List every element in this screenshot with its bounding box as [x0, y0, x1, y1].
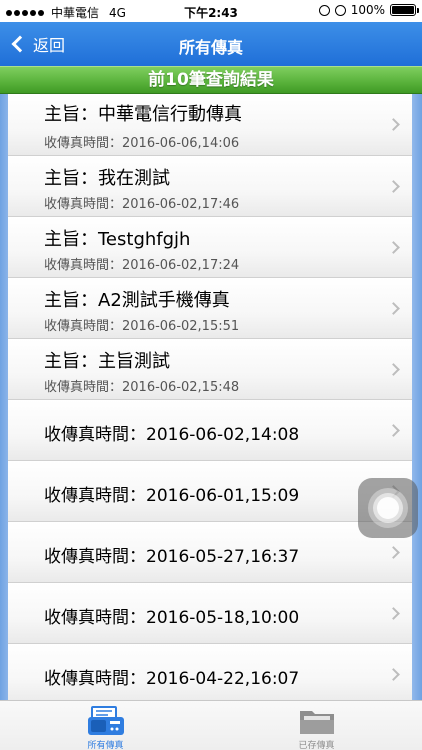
fax-list-item[interactable]: 主旨：中華電信行動傳真 收傳真時間：2016-06-06,14:06	[8, 94, 412, 156]
chevron-right-icon	[387, 363, 400, 376]
fax-list-item[interactable]: 收傳真時間：2016-05-27,16:37	[8, 522, 412, 583]
fax-received-time: 收傳真時間：2016-06-06,14:06	[44, 136, 240, 151]
fax-received-time: 收傳真時間：2016-06-02,15:51	[44, 319, 240, 334]
fax-subject: 主旨：A2測試手機傳真	[44, 290, 230, 311]
chevron-right-icon	[387, 546, 400, 559]
fax-received-time: 收傳真時間：2016-06-02,14:08	[44, 425, 300, 445]
fax-list-item[interactable]: 收傳真時間：2016-05-18,10:00	[8, 583, 412, 644]
fax-list-item[interactable]: 收傳真時間：2016-06-01,15:09	[8, 461, 412, 522]
orientation-lock-icon	[318, 4, 330, 16]
fax-list-item[interactable]: 主旨：主旨測試 收傳真時間：2016-06-02,15:48	[8, 339, 412, 400]
tab-label: 已存傳真	[298, 741, 335, 750]
fax-list-item[interactable]: 主旨：我在測試 收傳真時間：2016-06-02,17:46	[8, 156, 412, 217]
tab-all-fax[interactable]: 所有傳真	[0, 701, 211, 750]
result-banner: 前10筆查詢結果	[0, 66, 422, 94]
fax-received-time: 收傳真時間：2016-06-02,15:48	[44, 380, 240, 395]
fax-list: 主旨：中華電信行動傳真 收傳真時間：2016-06-06,14:06 主旨：我在…	[8, 94, 412, 700]
folder-icon	[300, 711, 334, 734]
fax-icon	[88, 706, 124, 735]
fax-received-time: 收傳真時間：2016-06-01,15:09	[44, 486, 300, 506]
chevron-right-icon	[387, 607, 400, 620]
fax-received-time: 收傳真時間：2016-06-02,17:24	[44, 258, 240, 273]
chevron-right-icon	[387, 180, 400, 193]
chevron-right-icon	[387, 118, 400, 131]
battery-percent: 100%	[350, 3, 385, 17]
fax-list-item[interactable]: 主旨：A2測試手機傳真 收傳真時間：2016-06-02,15:51	[8, 278, 412, 339]
fax-subject: 主旨：主旨測試	[44, 351, 170, 372]
chevron-right-icon	[387, 424, 400, 437]
fax-received-time: 收傳真時間：2016-05-27,16:37	[44, 547, 300, 567]
fax-received-time: 收傳真時間：2016-05-18,10:00	[44, 608, 300, 628]
navigation-bar: 返回 所有傳真	[0, 22, 422, 66]
fax-subject: 主旨：Testghfgjh	[44, 229, 191, 250]
fax-list-area[interactable]: 主旨：中華電信行動傳真 收傳真時間：2016-06-06,14:06 主旨：我在…	[0, 94, 422, 700]
fax-subject: 主旨：我在測試	[44, 168, 170, 189]
alarm-icon	[334, 4, 346, 16]
chevron-right-icon	[387, 241, 400, 254]
battery-icon	[390, 4, 419, 16]
fax-list-item[interactable]: 收傳真時間：2016-04-22,16:07	[8, 644, 412, 700]
fax-list-item[interactable]: 收傳真時間：2016-06-02,14:08	[8, 400, 412, 461]
fax-received-time: 收傳真時間：2016-06-02,17:46	[44, 197, 240, 212]
page-title: 所有傳真	[178, 38, 243, 57]
tab-saved-fax[interactable]: 已存傳真	[211, 701, 422, 750]
fax-received-time: 收傳真時間：2016-04-22,16:07	[44, 669, 300, 689]
tab-label: 所有傳真	[87, 741, 124, 750]
status-bar: 中華電信 4G 下午2:43 100%	[0, 0, 422, 22]
status-right: 100%	[318, 3, 419, 17]
assistive-touch-button[interactable]	[358, 478, 418, 538]
tab-bar: 所有傳真 已存傳真	[0, 700, 422, 750]
chevron-right-icon	[387, 302, 400, 315]
fax-list-item[interactable]: 主旨：Testghfgjh 收傳真時間：2016-06-02,17:24	[8, 217, 412, 278]
chevron-right-icon	[387, 668, 400, 681]
fax-subject: 主旨：中華電信行動傳真	[44, 104, 242, 125]
